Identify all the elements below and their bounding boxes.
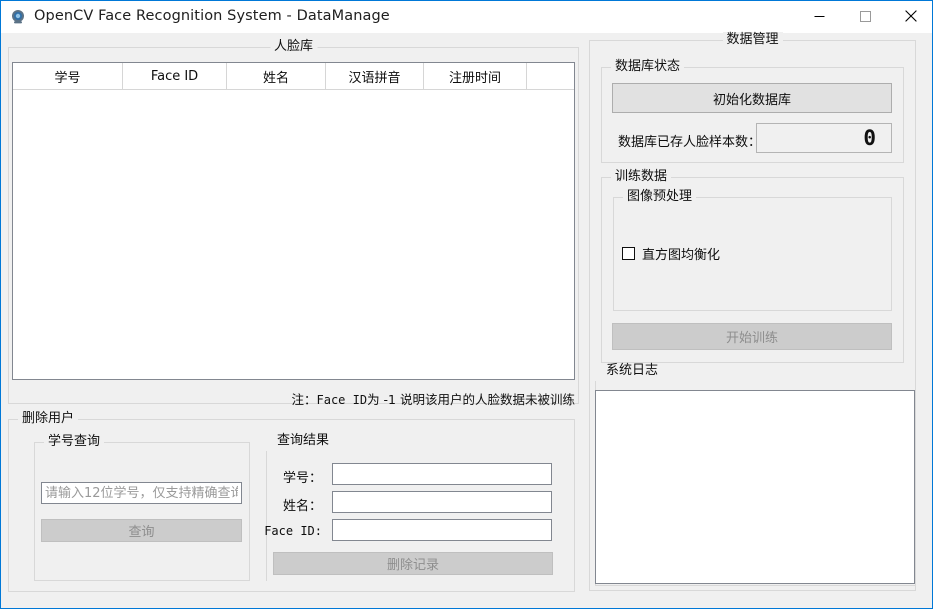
student-id-search-input[interactable] [41,482,242,504]
application-window: OpenCV Face Recognition System - DataMan… [0,0,933,609]
image-preprocess-title: 图像预处理 [623,189,697,205]
minimize-button[interactable] [796,1,842,31]
table-column-header-name[interactable]: 姓名 [227,63,326,90]
table-column-header-extra[interactable] [527,63,574,90]
webcam-icon [10,9,26,25]
query-result-title: 查询结果 [273,433,334,449]
start-training-button[interactable]: 开始训练 [612,323,892,350]
table-column-header-pinyin[interactable]: 汉语拼音 [326,63,424,90]
table-column-header-student-id[interactable]: 学号 [13,63,123,90]
sample-count-display: 0 [756,123,892,153]
window-title: OpenCV Face Recognition System - DataMan… [34,8,390,24]
maximize-icon [859,10,871,22]
maximize-button[interactable] [842,1,888,31]
close-icon [905,10,917,22]
result-value-name[interactable] [332,491,552,513]
delete-user-title: 删除用户 [18,411,79,427]
close-button[interactable] [888,1,932,31]
table-column-header-face-id[interactable]: Face ID [123,63,227,90]
student-query-group: 学号查询 [34,434,250,581]
sample-count-label: 数据库已存人脸样本数： [618,135,762,150]
face-library-table[interactable]: 学号 Face ID 姓名 汉语拼音 注册时间 [12,62,575,380]
title-bar: OpenCV Face Recognition System - DataMan… [1,1,932,33]
minimize-icon [814,15,824,17]
result-label-face-id: Face ID: [264,524,322,538]
table-column-header-register-time[interactable]: 注册时间 [424,63,527,90]
query-button[interactable]: 查询 [41,519,242,542]
initialize-database-button[interactable]: 初始化数据库 [612,83,892,113]
result-label-name: 姓名： [282,499,322,514]
note-prefix: 注： [291,392,317,407]
result-label-student-id: 学号： [282,471,322,486]
table-header-row: 学号 Face ID 姓名 汉语拼音 注册时间 [13,63,574,90]
note-mono-term: Face ID [316,393,368,407]
histogram-equalization-checkbox-row[interactable]: 直方图均衡化 [622,244,720,263]
face-library-title: 人脸库 [269,39,318,55]
system-log-title: 系统日志 [602,363,663,379]
result-value-student-id[interactable] [332,463,552,485]
note-suffix: 为 -1 说明该用户的人脸数据未被训练 [367,392,575,407]
system-log-textarea[interactable] [595,390,915,584]
data-manage-title: 数据管理 [722,32,783,48]
training-data-title: 训练数据 [611,169,672,185]
sample-count-value: 0 [863,126,877,150]
histogram-equalization-label: 直方图均衡化 [642,248,721,263]
table-body[interactable] [13,90,574,379]
database-status-title: 数据库状态 [611,59,685,75]
student-query-title: 学号查询 [44,434,105,450]
result-value-face-id[interactable] [332,519,552,541]
delete-record-button[interactable]: 删除记录 [273,552,553,575]
face-library-note: 注：Face ID为 -1 说明该用户的人脸数据未被训练 [1,389,575,408]
checkbox-unchecked-icon[interactable] [622,247,635,260]
